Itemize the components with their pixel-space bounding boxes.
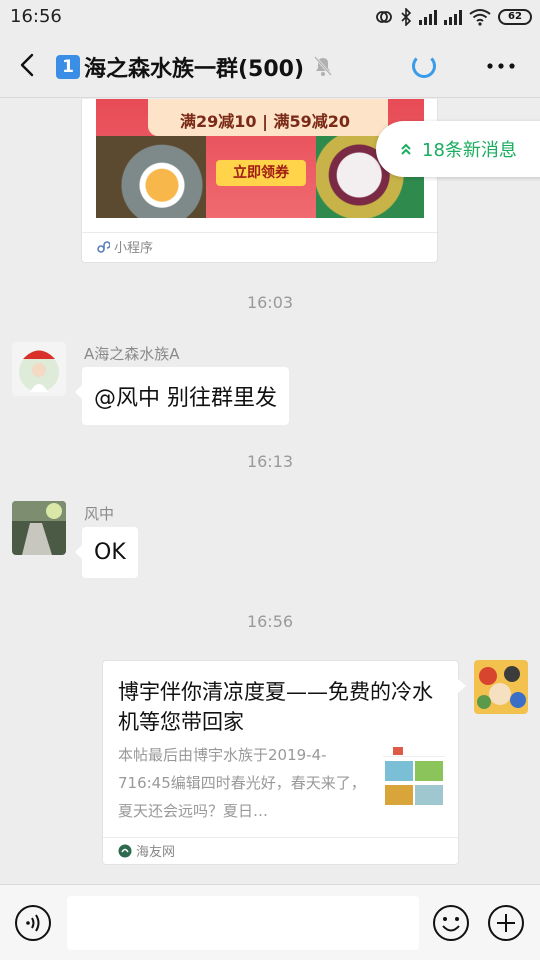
signal-icon bbox=[419, 9, 437, 25]
avatar-image bbox=[12, 342, 66, 396]
link-icon bbox=[376, 11, 392, 23]
mini-program-card[interactable]: 满29减10 | 满59减20 立即领券 小程序 bbox=[81, 99, 438, 263]
chat-header: 1 海之森水族一群(500) bbox=[0, 34, 540, 98]
link-title: 博宇伴你清凉度夏——免费的冷水机等您带回家 bbox=[118, 680, 433, 734]
sender-name: A海之森水族A bbox=[84, 345, 180, 363]
message-bubble[interactable]: OK bbox=[75, 527, 138, 578]
timestamp: 16:56 bbox=[246, 612, 294, 631]
status-bar: 16:56 62 bbox=[0, 0, 540, 34]
emoji-icon[interactable] bbox=[432, 904, 470, 942]
promo-image: 满29减10 | 满59减20 立即领券 bbox=[96, 99, 424, 218]
plus-icon[interactable] bbox=[487, 904, 525, 942]
wifi-icon bbox=[469, 9, 491, 26]
double-chevron-up-icon bbox=[401, 143, 411, 155]
group-name: 海之森水族一群(500) bbox=[84, 57, 305, 82]
avatar-image bbox=[12, 501, 66, 555]
new-messages-button[interactable]: 18条新消息 bbox=[376, 121, 540, 177]
new-messages-label: 18条新消息 bbox=[422, 140, 517, 161]
link-source-label: 海友网 bbox=[136, 845, 176, 860]
divider bbox=[82, 232, 437, 233]
mini-program-label: 小程序 bbox=[114, 241, 154, 256]
mini-program-icon bbox=[97, 240, 110, 253]
mini-program-source: 小程序 bbox=[96, 237, 153, 256]
timestamp: 16:03 bbox=[246, 293, 294, 312]
status-icons: 62 bbox=[375, 7, 532, 27]
battery-icon: 62 bbox=[498, 9, 532, 25]
link-thumbnail bbox=[383, 745, 445, 805]
back-arrow-icon[interactable] bbox=[14, 50, 44, 80]
signal-icon bbox=[444, 9, 462, 25]
loading-spinner-icon bbox=[412, 54, 436, 78]
sender-name: 风中 bbox=[84, 505, 115, 523]
input-bar bbox=[0, 884, 540, 960]
food-image bbox=[96, 136, 206, 218]
status-time: 16:56 bbox=[10, 6, 62, 27]
timestamp: 16:13 bbox=[246, 452, 294, 471]
avatar-image bbox=[474, 660, 528, 714]
more-menu-icon[interactable] bbox=[486, 58, 516, 74]
chat-message-list[interactable]: 满29减10 | 满59减20 立即领券 小程序 18条新消息 16:03 A海… bbox=[0, 99, 540, 884]
link-card[interactable]: 博宇伴你清凉度夏——免费的冷水机等您带回家 本帖最后由博宇水族于2019-4-7… bbox=[102, 660, 466, 865]
message-input[interactable] bbox=[67, 896, 419, 950]
avatar[interactable] bbox=[474, 660, 528, 714]
mute-bell-icon bbox=[314, 56, 332, 76]
promo-text: 满29减10 | 满59减20 bbox=[180, 112, 351, 131]
link-source: 海友网 bbox=[118, 841, 175, 860]
bluetooth-icon bbox=[401, 8, 412, 26]
source-logo-icon bbox=[118, 844, 132, 857]
promo-coupon-button: 立即领券 bbox=[216, 160, 306, 186]
link-description: 本帖最后由博宇水族于2019-4-716:45编辑四时春光好，春天来了，夏天还会… bbox=[118, 746, 366, 820]
chat-title: 1 海之森水族一群(500) bbox=[56, 51, 304, 83]
avatar[interactable] bbox=[12, 342, 66, 396]
message-bubble[interactable]: @风中 别往群里发 bbox=[75, 367, 289, 425]
avatar[interactable] bbox=[12, 501, 66, 555]
voice-icon[interactable] bbox=[14, 904, 52, 942]
divider bbox=[103, 837, 458, 838]
number-badge-icon: 1 bbox=[56, 55, 80, 79]
